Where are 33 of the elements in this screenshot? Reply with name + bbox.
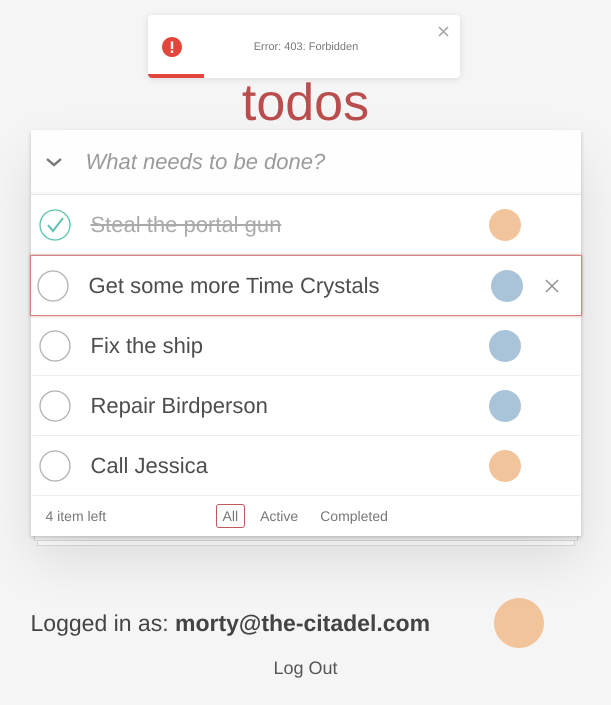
avatar-icon: [488, 208, 520, 240]
avatar-icon: [494, 598, 544, 648]
todo-item[interactable]: Fix the ship: [30, 316, 580, 376]
checkbox-icon[interactable]: [38, 330, 70, 362]
todo-item[interactable]: Repair Birdperson: [30, 376, 580, 436]
avatar-icon: [488, 330, 520, 362]
todo-item[interactable]: Get some more Time Crystals: [30, 255, 582, 316]
avatar-icon: [488, 390, 520, 422]
filter-link[interactable]: All: [216, 504, 246, 528]
alert-icon: [162, 36, 182, 56]
items-left-count: 4 item left: [46, 508, 106, 524]
delete-icon[interactable]: [544, 278, 558, 292]
new-todo-field[interactable]: What needs to be done?: [86, 141, 580, 183]
error-message: Error: 403: Forbidden: [252, 40, 360, 52]
todo-text: Call Jessica: [90, 452, 209, 478]
filter-link[interactable]: Active: [253, 504, 306, 528]
todo-text: Steal the portal gun: [90, 212, 282, 238]
checkbox-icon[interactable]: [38, 208, 70, 240]
chevron-icon[interactable]: [44, 157, 62, 167]
logged-in-text: Logged in as: morty@the-citadel.com: [30, 610, 432, 636]
close-icon[interactable]: [438, 26, 449, 37]
todo-text: Get some more Time Crystals: [88, 272, 380, 298]
filter-link[interactable]: Completed: [313, 504, 395, 528]
checkbox-icon[interactable]: [36, 270, 68, 302]
avatar-icon: [488, 450, 520, 482]
app-title: todos: [242, 80, 370, 126]
todo-text: Repair Birdperson: [90, 392, 269, 418]
todo-text: Fix the ship: [90, 332, 204, 358]
todo-item[interactable]: Call Jessica: [30, 436, 580, 496]
checkbox-icon[interactable]: [38, 390, 70, 422]
checkbox-icon[interactable]: [38, 450, 70, 482]
logout-link[interactable]: Log Out: [273, 658, 338, 679]
avatar-icon: [490, 270, 522, 302]
